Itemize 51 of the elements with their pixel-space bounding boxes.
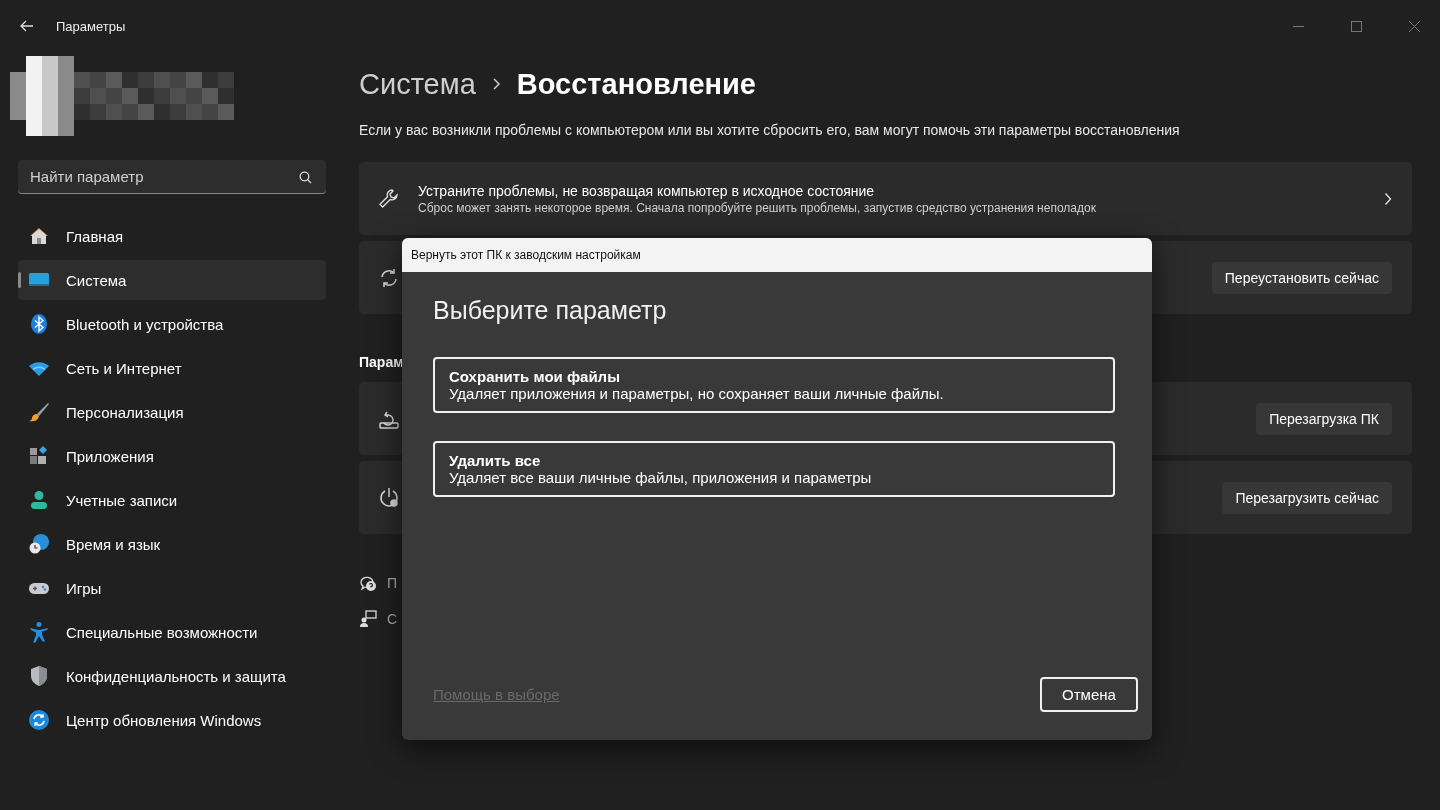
card-subtitle: Сброс может занять некоторое время. Сначала попробуйте решить проблемы, запустив средство устранения неполадок [418,200,1096,215]
dialog-heading: Выберите параметр [433,296,668,325]
page-description: Если у вас возникли проблемы с компьютером или вы хотите сбросить его, вам могут помочь эти параметры восстановления [359,122,1181,138]
globe-icon [28,533,50,555]
home-icon [28,225,50,247]
bluetooth-icon [28,313,50,335]
person-icon [28,489,50,511]
selection-indicator [18,272,21,288]
card-button[interactable]: Перезагрузка ПК [1256,402,1392,435]
chevron-icon [1384,191,1392,206]
settings-card[interactable]: Устраните проблемы, не возвращая компьютер в исходное состояние Сброс может занять некоторое время. Сначала попробуйте решить проблемы, запустив средство устранения неполадок [359,162,1412,235]
brush-icon [28,401,50,423]
feedback-icon [359,610,377,628]
sidebar-item[interactable]: Специальные возможности [18,612,326,652]
search-field[interactable]: Найти параметр [18,160,326,194]
sidebar-item[interactable]: Конфиденциальность и защита [18,656,326,696]
page-title: Восстановление [516,67,756,101]
sidebar-item[interactable]: Учетные записи [18,480,326,520]
close-icon[interactable] [1409,20,1420,32]
section-heading: Парам [359,354,405,370]
sidebar-item[interactable]: Сеть и Интернет [18,348,326,388]
apps-icon [28,445,50,467]
update-icon [28,709,50,731]
maximize-icon[interactable] [1351,20,1362,32]
option-button[interactable]: Удалить все Удаляет все ваши личные файлы, приложения и параметры [433,441,1115,497]
help-link[interactable]: С [387,611,398,627]
window-title: Параметры [56,18,126,34]
card-button[interactable]: Переустановить сейчас [1211,261,1392,294]
breadcrumb-parent[interactable]: Система [359,67,476,101]
back-icon[interactable] [20,20,34,32]
sidebar-item[interactable]: Bluetooth и устройства [18,304,326,344]
sidebar-item[interactable]: Время и язык [18,524,326,564]
accessibility-icon [28,621,50,643]
wrench-icon [377,186,401,211]
sidebar-item[interactable]: Приложения [18,436,326,476]
sidebar-item[interactable]: Система [18,260,326,300]
card-title: Устраните проблемы, не возвращая компьютер в исходное состояние [418,182,876,199]
cancel-button[interactable]: Отмена [1040,677,1138,712]
chevron-icon [491,77,501,91]
sidebar-item[interactable]: Главная [18,216,326,256]
sidebar-item[interactable]: Игры [18,568,326,608]
help-link[interactable]: П [387,575,398,591]
shield-icon [28,665,50,687]
sidebar-item[interactable]: Центр обновления Windows [18,700,326,740]
help-icon [359,574,377,592]
search-icon[interactable] [299,171,312,184]
sidebar-item[interactable]: Персонализация [18,392,326,432]
dialog-title: Вернуть этот ПК к заводским настройкам [411,248,641,262]
option-button[interactable]: Сохранить мои файлы Удаляет приложения и параметры, но сохраняет ваши личные файлы. [433,357,1115,413]
power-icon [377,485,401,510]
card-button[interactable]: Перезагрузить сейчас [1222,481,1392,514]
